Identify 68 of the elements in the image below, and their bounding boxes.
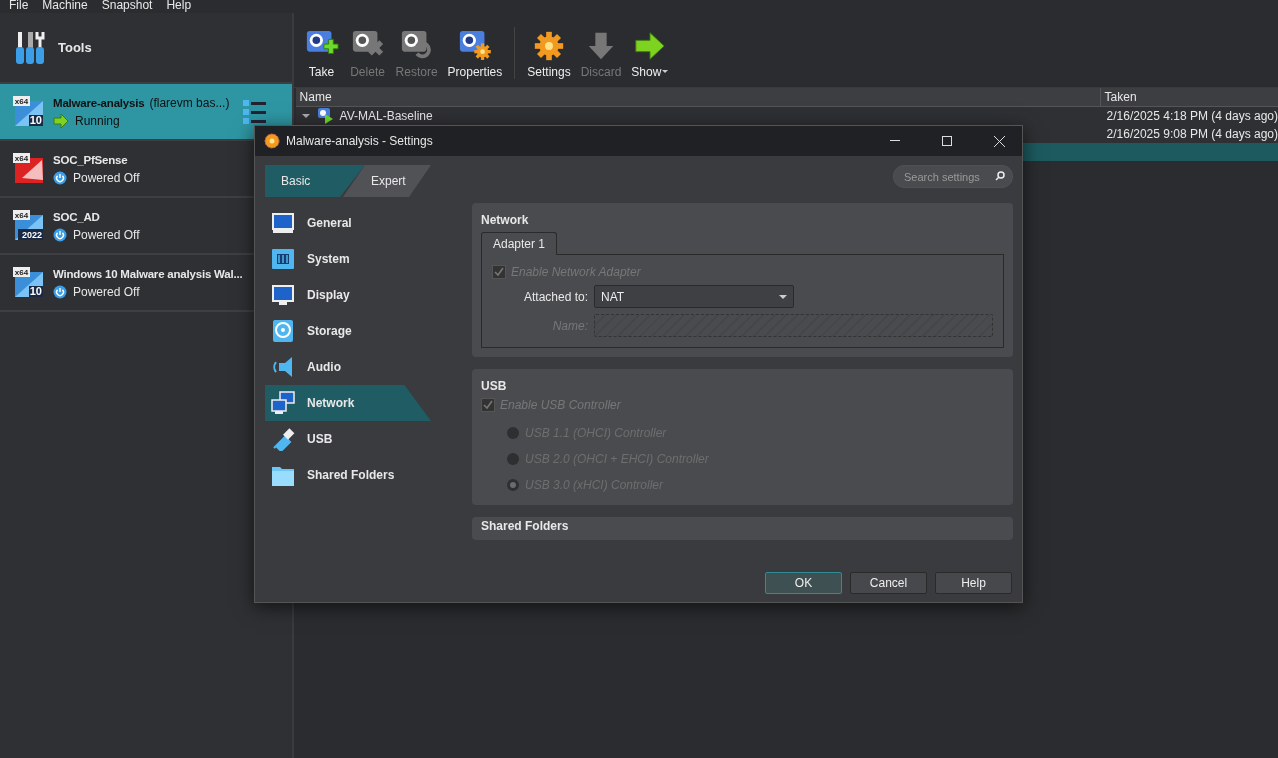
dialog-button[interactable]: OK xyxy=(765,572,842,594)
settings-nav-item[interactable]: Audio xyxy=(265,349,431,385)
field-label: Attached to: xyxy=(522,289,588,304)
search-icon xyxy=(995,171,1005,181)
settings-nav-item[interactable]: Network xyxy=(265,385,431,421)
os-version-label: 2022 xyxy=(21,229,42,240)
attached-dropdown[interactable]: NAT xyxy=(594,285,794,308)
toolbar-button[interactable]: Settings xyxy=(523,29,575,87)
os-version-label: 10 xyxy=(29,113,42,126)
arch-label: x64 xyxy=(14,267,29,277)
chip-icon xyxy=(271,247,295,271)
table-cell-text: AV-MAL-Baseline xyxy=(339,108,433,125)
close-icon xyxy=(993,135,1005,147)
vm-status: Powered Off xyxy=(73,227,140,242)
os-version-label: 10 xyxy=(29,284,42,297)
section-title: Network xyxy=(481,213,530,227)
table-row[interactable]: AV-MAL-Baseline 2/16/2025 4:18 PM (4 days ago) xyxy=(295,107,1278,125)
list-menu-icon[interactable] xyxy=(241,97,268,126)
menu-item[interactable]: Snapshot xyxy=(101,0,153,13)
dialog-button[interactable]: Cancel xyxy=(850,572,927,594)
search-field[interactable]: Search settings xyxy=(893,165,1013,188)
power-icon xyxy=(53,170,67,185)
settings-nav-item[interactable]: USB xyxy=(265,421,431,457)
section-title: Shared Folders xyxy=(481,519,570,533)
menu-item[interactable]: Machine xyxy=(42,0,88,13)
vm-status: Powered Off xyxy=(73,284,140,299)
monitor-icon xyxy=(271,283,295,307)
section-title: USB xyxy=(481,379,508,393)
settings-nav-item[interactable]: Shared Folders xyxy=(265,457,431,493)
menu-item[interactable]: Help xyxy=(166,0,192,13)
power-icon xyxy=(53,284,67,299)
arch-label: x64 xyxy=(14,210,29,220)
minimize-icon xyxy=(890,140,900,142)
adapter-tab[interactable]: Adapter 1 xyxy=(481,232,558,255)
monitor-icon xyxy=(271,211,295,235)
toolbar-button[interactable]: Show xyxy=(627,29,673,87)
radio-button[interactable] xyxy=(507,427,519,439)
maximize-icon xyxy=(942,136,952,146)
column-header[interactable]: Name xyxy=(295,88,1101,106)
dialog-button[interactable]: Help xyxy=(935,572,1012,594)
tools-icon xyxy=(16,30,46,65)
vm-status: Powered Off xyxy=(73,170,140,185)
vm-name: SOC_PfSense xyxy=(53,153,128,166)
vm-name: Malware-analysis xyxy=(53,96,145,109)
radio-button[interactable] xyxy=(507,479,519,491)
arch-label: x64 xyxy=(14,96,29,106)
name-dropdown[interactable] xyxy=(594,314,993,337)
snapshot-icon xyxy=(317,108,334,124)
vm-note: (flarevm bas...) xyxy=(149,95,230,110)
gear-icon xyxy=(264,133,280,149)
vm-name: Windows 10 Malware analysis Wal... xyxy=(53,267,243,280)
mode-tab[interactable]: Basic xyxy=(265,165,365,197)
vm-status: Running xyxy=(75,113,120,128)
column-header[interactable]: Taken xyxy=(1100,88,1137,106)
monitors-icon xyxy=(271,391,295,415)
speaker-icon xyxy=(271,355,295,379)
usb-plug-icon xyxy=(271,427,295,451)
arrow-icon xyxy=(53,113,69,128)
radio-button[interactable] xyxy=(507,453,519,465)
table-cell: 2/16/2025 4:18 PM (4 days ago) xyxy=(1106,109,1278,123)
vm-name: SOC_AD xyxy=(53,210,100,223)
toolbar-button[interactable]: Take xyxy=(299,29,344,87)
toolbar-button[interactable]: Properties xyxy=(443,29,507,87)
power-icon xyxy=(53,227,67,242)
arch-label: x64 xyxy=(14,153,29,163)
table-cell: 2/16/2025 9:08 PM (4 days ago) xyxy=(1106,127,1278,141)
menu-item[interactable]: File xyxy=(9,0,29,13)
settings-nav-item[interactable]: Storage xyxy=(265,313,431,349)
